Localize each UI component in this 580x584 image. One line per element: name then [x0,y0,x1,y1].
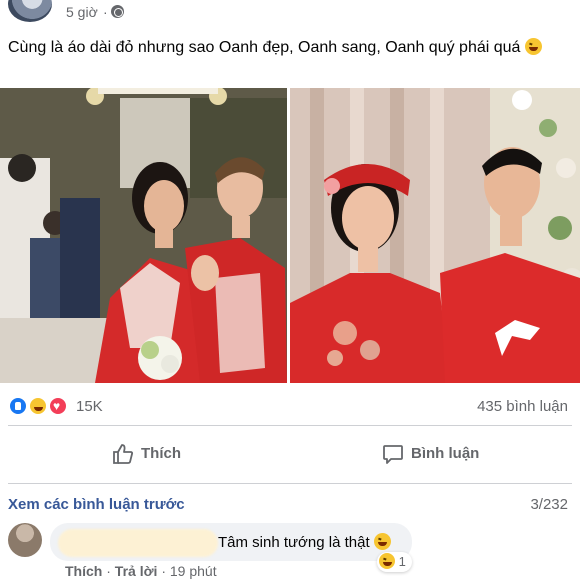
divider-top [8,425,572,426]
like-reaction-icon [8,396,28,416]
post-text-content: Cùng là áo dài đỏ nhưng sao Oanh đẹp, Oa… [8,39,521,56]
commenter-avatar[interactable] [8,523,42,557]
separator-dot: · [103,4,108,20]
comment-text: Tâm sinh tướng là thật [218,533,391,551]
comment-like-link[interactable]: Thích [65,563,102,579]
comment-button-label: Bình luận [411,445,480,462]
wedding-couple-illustration-left [0,88,287,383]
thumbs-up-icon [113,444,134,464]
reactions-summary[interactable]: 15K 435 bình luận [0,391,580,421]
love-reaction-icon [48,396,68,416]
comment-timestamp[interactable]: 19 phút [170,563,217,579]
comment-actions-sep-2: · [161,563,166,579]
comment-reaction-count: 1 [398,554,406,569]
comment-bubble-icon [383,445,403,464]
commenter-name-redacted [58,529,218,557]
haha-reaction-icon-small [379,553,395,569]
wedding-photo-left[interactable] [0,88,287,383]
comment-text-content: Tâm sinh tướng là thật [218,534,370,551]
comment-count-link[interactable]: 435 bình luận [477,398,568,415]
post-photos [0,88,580,383]
comment-actions: Thích · Trả lời · 19 phút [65,563,217,579]
wedding-couple-illustration-right [290,88,580,383]
laughing-emoji-icon [524,38,542,55]
like-button-label: Thích [141,445,181,462]
post-header: 5 giờ · [0,0,580,26]
comment-reaction-summary[interactable]: 1 [377,552,412,572]
audience-public-icon[interactable] [111,5,124,18]
view-previous-comments-link[interactable]: Xem các bình luận trước [8,496,185,513]
rofl-emoji-icon [373,533,391,550]
post-timestamp[interactable]: 5 giờ [66,4,98,20]
post-text: Cùng là áo dài đỏ nhưng sao Oanh đẹp, Oa… [8,37,574,59]
comments-paging: 3/232 [530,496,568,513]
wedding-photo-right[interactable] [290,88,580,383]
reaction-count[interactable]: 15K [76,398,103,415]
comment-bubble: Tâm sinh tướng là thật [50,523,412,561]
comment-actions-sep-1: · [106,563,111,579]
author-avatar[interactable] [8,0,52,22]
divider-bottom [8,483,572,484]
haha-reaction-icon [28,396,48,416]
comment-reply-link[interactable]: Trả lời [115,563,158,579]
